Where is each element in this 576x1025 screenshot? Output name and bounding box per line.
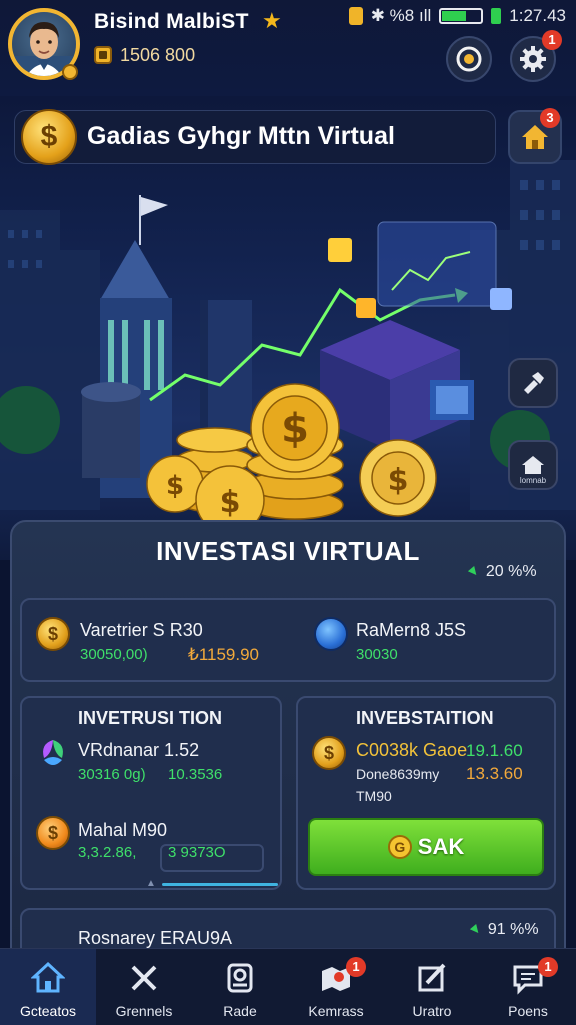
signal-indicators: ✱ %8 ıll	[370, 6, 432, 25]
nav-label: Poens	[508, 1003, 548, 1019]
clock: 1:27.43	[509, 6, 566, 25]
change-percent: 20 %%	[466, 563, 537, 581]
left-item-2-value: 3 9373O	[168, 844, 226, 861]
right-item-sub: Done8639my	[356, 766, 440, 782]
settings-notification-badge: 1	[542, 30, 562, 50]
tools-icon	[125, 959, 163, 997]
player-name: Bisind MalbiST	[94, 10, 249, 33]
right-card-heading: INVEBSTAITION	[356, 708, 494, 728]
svg-text:$: $	[388, 463, 409, 498]
summary-left-code: 30050,00)	[80, 646, 148, 663]
level-badge-icon	[62, 64, 78, 80]
bottom-row-name: Rosnarey ERAU9A	[78, 928, 233, 948]
svg-text:$: $	[166, 471, 184, 501]
left-item-1-name: VRdnanar 1.52	[78, 740, 200, 760]
coin-icon: $	[36, 816, 70, 850]
hammer-button[interactable]	[508, 358, 558, 408]
summary-right-value: 30030	[356, 646, 398, 663]
home-notification-badge: 3	[540, 108, 560, 128]
hammer-icon	[524, 372, 544, 394]
globe-icon	[314, 617, 348, 651]
star-icon: ★	[262, 8, 282, 33]
coin-icon: $	[312, 736, 346, 770]
left-item-2-sub: 3,3.2.86,	[78, 844, 137, 861]
nav-item-gcteatos[interactable]: Gcteatos	[0, 949, 96, 1025]
lock-icon	[348, 7, 363, 25]
title-banner: $ Gadias Gyhgr Mttn Virtual	[14, 109, 496, 165]
caret-up-icon: ▲	[146, 878, 156, 889]
svg-text:$: $	[220, 485, 241, 520]
right-item-sub-value: 13.3.60	[466, 764, 523, 783]
carousel-indicator[interactable]	[162, 883, 278, 886]
gear-icon	[520, 46, 546, 72]
left-item-1-sub: 30316 0g)	[78, 766, 146, 783]
bank-icon	[221, 959, 259, 997]
right-item-name: C0038k Gaoe	[356, 740, 468, 760]
nav-label: Kemrass	[308, 1003, 364, 1019]
coin-icon: $	[36, 617, 70, 651]
coin-icon	[94, 46, 112, 64]
player-coin-balance: 1506 800	[120, 45, 196, 65]
edit-icon	[413, 959, 451, 997]
nav-item-uratro[interactable]: Uratro	[384, 949, 480, 1025]
dollar-coin-icon: $	[21, 109, 77, 165]
nav-item-grennels[interactable]: Grennels	[96, 949, 192, 1025]
charging-icon	[491, 8, 502, 24]
right-item-extra: TM90	[356, 788, 392, 804]
shop-icon	[522, 456, 544, 474]
coin-icon: G	[387, 835, 412, 859]
nav-label: Uratro	[412, 1003, 452, 1019]
nav-notification-badge: 1	[346, 957, 366, 977]
summary-left-name: Varetrier S R30	[80, 620, 203, 640]
leaf-icon	[43, 740, 63, 765]
target-button[interactable]	[446, 36, 492, 82]
left-item-1-value: 10.3536	[168, 766, 223, 783]
game-title: Gadias Gyhgr Mttn Virtual	[87, 122, 395, 150]
target-icon	[456, 46, 482, 72]
shop-button[interactable]: lomnab	[508, 440, 558, 490]
summary-left-value: ₺1159.90	[188, 645, 260, 664]
home-icon	[29, 959, 67, 997]
nav-label: Gcteatos	[19, 1003, 77, 1019]
shop-button-label: lomnab	[519, 476, 547, 485]
nav-item-kemrass[interactable]: Kemrass 1	[288, 949, 384, 1025]
left-item-2-name: Mahal M90	[78, 820, 168, 840]
sak-button-label: SAK	[417, 834, 465, 859]
right-item-name-value: 19.1.60	[466, 741, 523, 760]
sak-button[interactable]: G SAK	[308, 818, 544, 876]
nav-item-poens[interactable]: Poens 1	[480, 949, 576, 1025]
bottom-row-change: 91 %%	[468, 921, 539, 939]
nav-notification-badge: 1	[538, 957, 558, 977]
summary-right-name: RaMern8 J5S	[356, 620, 467, 640]
battery-icon	[439, 8, 484, 24]
bottom-navigation: Gcteatos Grennels Rade Kemrass 1 Uratro …	[0, 948, 576, 1025]
svg-text:$: $	[281, 406, 309, 452]
status-bar: ✱ %8 ıll 1:27.43	[348, 6, 566, 26]
nav-item-rade[interactable]: Rade	[192, 949, 288, 1025]
left-card-heading: INVETRUSI TION	[78, 708, 223, 728]
nav-label: Grennels	[115, 1003, 173, 1019]
nav-label: Rade	[223, 1003, 257, 1019]
